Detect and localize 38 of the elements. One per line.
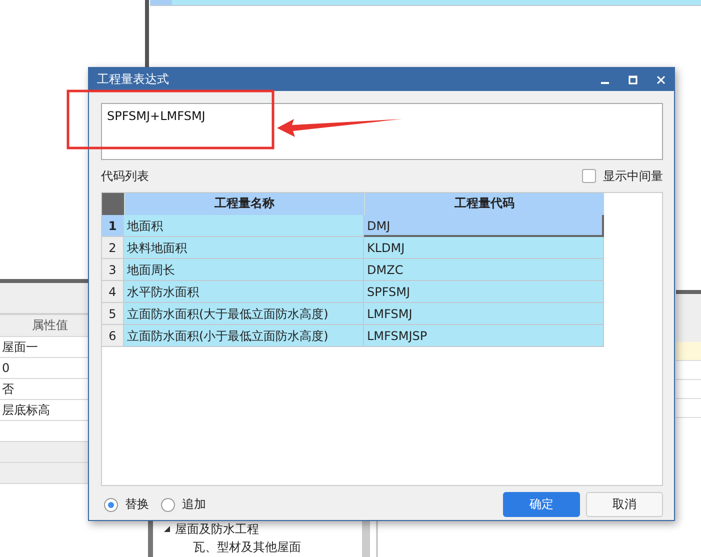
scrollbar[interactable] — [362, 520, 370, 557]
expand-icon[interactable] — [163, 525, 171, 533]
tree-item[interactable]: 屋面及防水工程 — [175, 520, 259, 538]
table-cell[interactable]: LMFSMJSP — [364, 325, 604, 347]
tree-item[interactable]: 瓦、型材及其他屋面 — [193, 538, 301, 556]
expression-field[interactable]: SPFSMJ+LMFSMJ — [101, 103, 663, 160]
checkbox[interactable] — [582, 169, 596, 183]
table-cell[interactable]: 块料地面积 — [124, 237, 364, 259]
table-cell[interactable]: KLDMJ — [364, 237, 604, 259]
table-cell[interactable]: DMZC — [364, 259, 604, 281]
close-icon[interactable] — [656, 74, 666, 84]
window-title: 工程量表达式 — [97, 71, 169, 88]
row-number[interactable]: 1 — [102, 215, 124, 237]
radio-label[interactable]: 替换 — [125, 496, 149, 513]
row-number[interactable]: 2 — [102, 237, 124, 259]
table-cell[interactable]: LMFSMJ — [364, 303, 604, 325]
column-header: 工程量名称 — [124, 193, 364, 215]
ok-button[interactable]: 确定 — [503, 492, 580, 517]
radio-button[interactable] — [104, 498, 118, 512]
cancel-button[interactable]: 取消 — [586, 492, 663, 517]
row-number[interactable]: 6 — [102, 325, 124, 347]
row-number[interactable]: 5 — [102, 303, 124, 325]
table-cell[interactable]: 地面积 — [124, 215, 364, 237]
column-header: 工程量代码 — [364, 193, 604, 215]
corner-cell — [102, 193, 124, 215]
checkbox-label[interactable]: 显示中间量 — [603, 168, 663, 184]
row-number[interactable]: 3 — [102, 259, 124, 281]
table-cell[interactable]: SPFSMJ — [364, 281, 604, 303]
table-cell[interactable]: 地面周长 — [124, 259, 364, 281]
table-cell[interactable]: 水平防水面积 — [124, 281, 364, 303]
radio-button[interactable] — [161, 498, 175, 512]
table-cell[interactable]: DMJ — [364, 215, 604, 237]
radio-label[interactable]: 追加 — [182, 496, 206, 513]
row-number[interactable]: 4 — [102, 281, 124, 303]
maximize-icon[interactable] — [628, 74, 638, 84]
table-cell[interactable]: 立面防水面积(大于最低立面防水高度) — [124, 303, 364, 325]
section-label: 代码列表 — [101, 168, 149, 184]
table-cell[interactable]: 立面防水面积(小于最低立面防水高度) — [124, 325, 364, 347]
